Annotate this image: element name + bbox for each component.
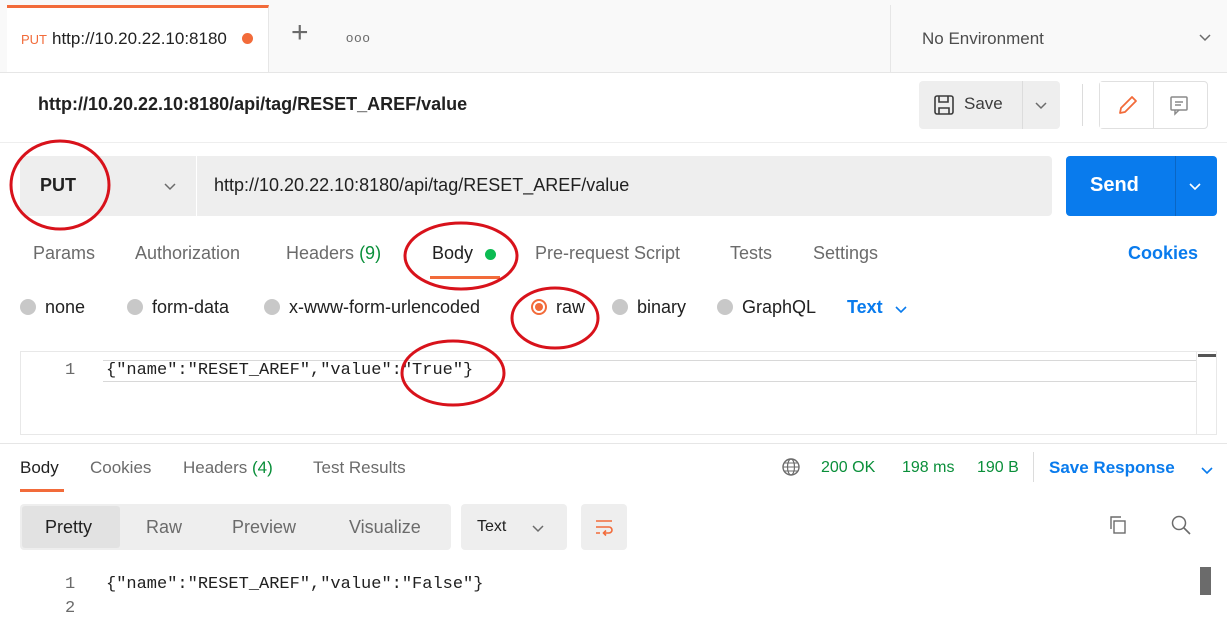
radio-form-data-label: form-data (152, 297, 230, 317)
radio-binary[interactable] (612, 299, 628, 315)
save-icon (934, 95, 954, 115)
body-format-select[interactable]: Text (847, 297, 883, 318)
more-icon[interactable]: ooo (346, 30, 371, 45)
chevron-down-icon[interactable] (1200, 463, 1214, 477)
tab-method: PUT (21, 32, 47, 47)
active-tab-underline (430, 276, 500, 279)
annotation-circle-raw (510, 286, 600, 350)
response-format-label: Text (477, 518, 507, 535)
editor-scrollbar[interactable] (1196, 352, 1216, 434)
unsaved-dot (242, 33, 253, 44)
separator (1033, 452, 1034, 482)
chevron-down-icon (1199, 34, 1211, 42)
view-preview[interactable]: Preview (232, 517, 296, 538)
resp-tab-body[interactable]: Body (20, 458, 59, 478)
response-body-code[interactable]: {"name":"RESET_AREF","value":"False"} (106, 575, 483, 594)
radio-graphql-label: GraphQL (742, 297, 817, 317)
cookies-link[interactable]: Cookies (1128, 243, 1198, 264)
chevron-down-icon (532, 525, 544, 533)
view-pretty[interactable]: Pretty (45, 517, 92, 538)
active-tab-underline (20, 489, 64, 492)
divider (0, 142, 1227, 143)
chevron-down-icon (895, 306, 907, 314)
comment-icon[interactable] (1168, 94, 1190, 116)
chevron-down-icon[interactable] (1188, 179, 1202, 193)
tab-authorization[interactable]: Authorization (135, 243, 240, 264)
chevron-down-icon[interactable] (1034, 98, 1048, 112)
scrollbar-thumb[interactable] (1198, 354, 1216, 357)
radio-none[interactable] (20, 299, 36, 315)
wrap-icon (596, 520, 613, 537)
radio-graphql[interactable] (717, 299, 733, 315)
resp-tab-test-results[interactable]: Test Results (313, 458, 406, 478)
resp-tab-headers-label: Headers (183, 458, 248, 477)
radio-urlencoded[interactable] (264, 299, 280, 315)
line-number: 1 (65, 575, 76, 594)
tab-url: http://10.20.22.10:8180 (52, 29, 227, 48)
search-icon[interactable] (1170, 514, 1192, 536)
view-visualize[interactable]: Visualize (349, 517, 421, 538)
tab-settings[interactable]: Settings (813, 243, 878, 264)
tab-body[interactable]: Body (432, 243, 473, 264)
radio-binary-label: binary (637, 297, 687, 317)
save-response-button[interactable]: Save Response (1049, 458, 1175, 478)
send-label: Send (1090, 174, 1139, 196)
status-code[interactable]: 200 OK (821, 459, 875, 477)
view-raw[interactable]: Raw (146, 517, 182, 538)
response-scrollbar-thumb[interactable] (1200, 567, 1211, 595)
plus-icon[interactable]: + (291, 18, 309, 48)
line-number: 2 (65, 599, 76, 618)
resp-tab-headers-count: (4) (252, 458, 273, 477)
request-title[interactable]: http://10.20.22.10:8180/api/tag/RESET_AR… (38, 94, 467, 115)
line-number: 1 (65, 361, 76, 380)
tab-prerequest-script[interactable]: Pre-request Script (535, 243, 680, 264)
radio-form-data[interactable] (127, 299, 143, 315)
pencil-icon (1119, 96, 1137, 114)
method-label: PUT (40, 175, 76, 195)
environment-label: No Environment (922, 29, 1044, 48)
save-divider (1022, 81, 1023, 129)
globe-icon[interactable] (781, 457, 801, 477)
tab-headers-label: Headers (286, 243, 355, 263)
tab-headers-count: (9) (359, 243, 382, 263)
response-time[interactable]: 198 ms (902, 459, 954, 477)
tab-headers[interactable]: Headers (9) (286, 243, 381, 264)
radio-raw-selected (535, 303, 543, 311)
separator (1082, 84, 1083, 126)
radio-urlencoded-label: x-www-form-urlencoded (289, 297, 481, 317)
send-divider (1175, 156, 1176, 216)
response-size[interactable]: 190 B (977, 459, 1019, 477)
url-value: http://10.20.22.10:8180/api/tag/RESET_AR… (214, 175, 630, 195)
tab-params[interactable]: Params (33, 243, 95, 264)
copy-icon[interactable] (1108, 515, 1128, 535)
radio-none-label: none (45, 297, 86, 317)
resp-tab-headers[interactable]: Headers (4) (183, 458, 273, 478)
save-label: Save (964, 94, 1003, 113)
tab-tests[interactable]: Tests (730, 243, 772, 264)
resp-tab-cookies[interactable]: Cookies (90, 458, 151, 478)
request-body-code[interactable]: {"name":"RESET_AREF","value":"True"} (106, 361, 473, 380)
chevron-down-icon (164, 183, 176, 191)
divider (0, 443, 1227, 444)
radio-raw-label: raw (556, 297, 586, 317)
body-indicator-dot (485, 249, 496, 260)
